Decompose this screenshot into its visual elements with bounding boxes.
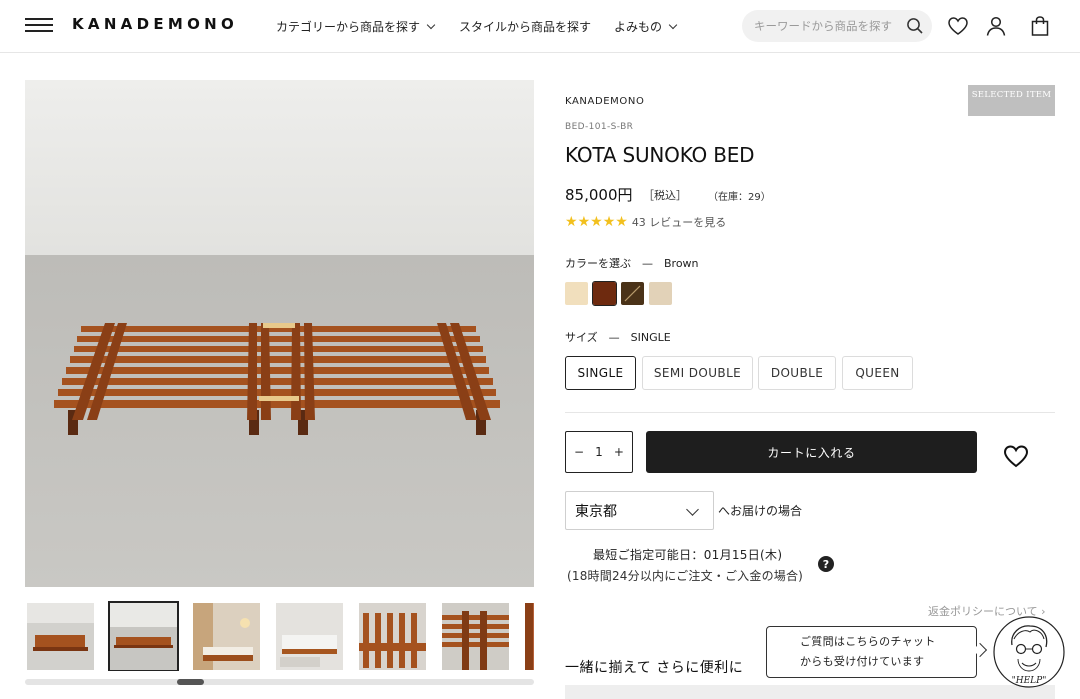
search-icon[interactable] (906, 17, 924, 35)
thumbnail[interactable] (108, 601, 179, 671)
thumbnail[interactable] (442, 603, 509, 670)
color-swatch-natural[interactable] (565, 282, 588, 305)
heart-icon[interactable] (946, 14, 970, 38)
search-input[interactable] (754, 17, 899, 35)
chevron-down-icon (668, 20, 678, 30)
chat-line-1: ご質問はこちらのチャット (800, 635, 936, 648)
thumbnail[interactable] (276, 603, 343, 670)
chat-line-2: からも受け付けています (800, 655, 925, 668)
thumbnail[interactable] (525, 603, 534, 670)
qty-plus-button[interactable]: + (614, 445, 624, 459)
thumbnail-scrollbar[interactable] (25, 679, 534, 685)
color-swatch-beige[interactable] (649, 282, 672, 305)
product-price: 85,000円 (565, 186, 633, 204)
site-logo[interactable]: KANADEMONO (72, 15, 238, 33)
product-brand[interactable]: KANADEMONO (565, 96, 644, 107)
prefecture-suffix: へお届けの場合 (718, 504, 803, 518)
chevron-down-icon (686, 503, 699, 516)
qty-minus-button[interactable]: − (574, 445, 584, 459)
divider (565, 412, 1055, 413)
star-icon: ★ (615, 214, 628, 230)
product-sku: BED-101-S-BR (565, 122, 634, 132)
size-single-button[interactable]: SINGLE (565, 356, 636, 390)
nav-reading[interactable]: よみもの (614, 18, 678, 35)
delivery-note: (18時間24分以内にご注文・ご入金の場合) (567, 569, 804, 583)
product-title: KOTA SUNOKO BED (565, 143, 755, 167)
menu-icon[interactable] (25, 16, 53, 34)
product-main-image[interactable] (25, 80, 534, 587)
review-link[interactable]: 43 レビューを見る (632, 214, 727, 230)
rating-stars[interactable]: ★ ★ ★ ★ ★ 43 レビューを見る (565, 214, 726, 230)
user-icon[interactable] (984, 14, 1008, 38)
size-double-button[interactable]: DOUBLE (758, 356, 836, 390)
nav-style-label: スタイルから商品を探す (459, 20, 592, 34)
size-label: サイズ — SINGLE (565, 331, 671, 344)
nav-category-label: カテゴリーから商品を探す (276, 20, 421, 34)
thumbnail[interactable] (27, 603, 94, 670)
thumbnail-strip (25, 601, 534, 671)
color-label: カラーを選ぶ — Brown (565, 257, 699, 270)
size-semi-double-button[interactable]: SEMI DOUBLE (642, 356, 753, 390)
prefecture-select[interactable]: 東京都 (565, 491, 714, 530)
selected-item-badge: SELECTED ITEM (968, 85, 1055, 116)
qty-value[interactable]: 1 (595, 445, 603, 459)
recommend-title: 一緒に揃えて さらに便利に (565, 660, 744, 676)
nav-category[interactable]: カテゴリーから商品を探す (276, 18, 436, 35)
chat-avatar-label: "HELP" (1012, 676, 1047, 686)
delivery-date: 最短ご指定可能日：01月15日(木) (593, 548, 783, 562)
nav-style[interactable]: スタイルから商品を探す (459, 18, 591, 35)
chat-avatar-icon[interactable]: "HELP" (992, 615, 1066, 689)
prefecture-value: 東京都 (575, 503, 617, 520)
tax-label: ［税込］ (643, 189, 687, 202)
nav-reading-label: よみもの (614, 20, 663, 34)
search-box (742, 10, 932, 42)
recommend-section (565, 685, 1055, 699)
scrollbar-handle[interactable] (177, 679, 204, 685)
size-queen-button[interactable]: QUEEN (842, 356, 913, 390)
star-icon: ★ (590, 214, 603, 230)
star-icon: ★ (602, 214, 616, 230)
star-icon: ★ (565, 214, 578, 230)
favorite-heart-icon[interactable] (1002, 442, 1030, 470)
star-icon: ★ (577, 214, 591, 230)
add-to-cart-button[interactable]: カートに入れる (646, 431, 977, 473)
help-icon[interactable]: ? (818, 556, 834, 572)
site-header: KANADEMONO カテゴリーから商品を探す スタイルから商品を探す よみもの (0, 0, 1080, 53)
chevron-down-icon (426, 20, 436, 30)
chat-bubble[interactable]: ご質問はこちらのチャット からも受け付けています (766, 626, 977, 678)
color-swatch-brown[interactable] (592, 281, 617, 306)
bag-icon[interactable] (1028, 14, 1052, 38)
thumbnail[interactable] (359, 603, 426, 670)
color-swatch-dark-brown[interactable] (621, 282, 644, 305)
stock-count: （在庫：29） (708, 192, 771, 203)
thumbnail[interactable] (193, 603, 260, 670)
quantity-stepper: − 1 + (565, 431, 633, 473)
